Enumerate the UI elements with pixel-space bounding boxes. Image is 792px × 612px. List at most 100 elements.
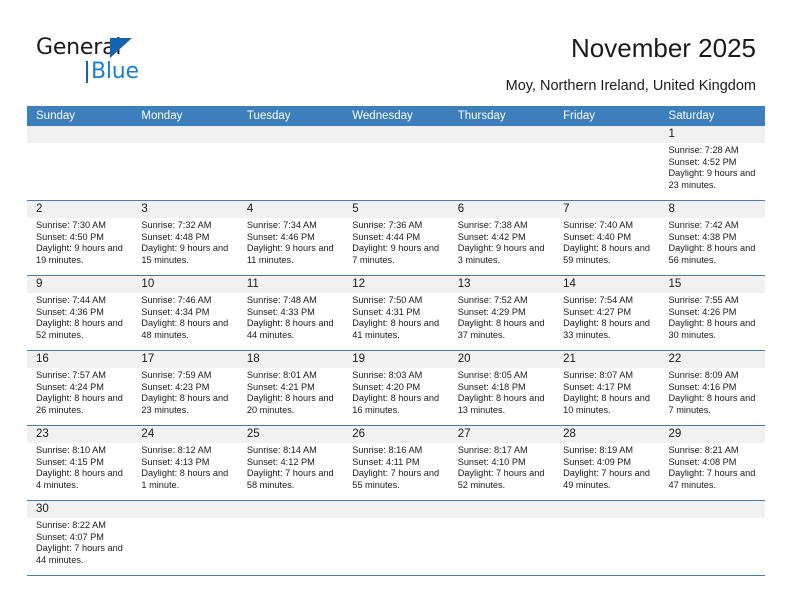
- day-details: Sunrise: 7:32 AM Sunset: 4:48 PM Daylight:…: [132, 218, 237, 266]
- day-number: 13: [448, 276, 555, 293]
- daylight-text: Daylight: 8 hours and 16 minutes.: [352, 393, 440, 415]
- sunrise-text: Sunrise: 7:28 AM: [668, 145, 739, 155]
- sunrise-text: Sunrise: 8:07 AM: [563, 370, 634, 380]
- calendar-day-cell[interactable]: 22 Sunrise: 8:09 AM Sunset: 4:16 PM Dayligh…: [659, 351, 765, 425]
- calendar-day-cell[interactable]: 15 Sunrise: 7:55 AM Sunset: 4:26 PM Dayligh…: [659, 276, 765, 350]
- calendar-day-cell[interactable]: 26 Sunrise: 8:16 AM Sunset: 4:11 PM Dayligh…: [343, 426, 449, 500]
- day-number: 16: [27, 351, 133, 368]
- sunset-text: Sunset: 4:16 PM: [668, 381, 737, 392]
- daylight-text: Daylight: 7 hours and 47 minutes.: [668, 468, 756, 490]
- day-number: 23: [27, 426, 133, 443]
- day-details: Sunrise: 7:48 AM Sunset: 4:33 PM Daylight:…: [238, 293, 343, 341]
- calendar-day-cell[interactable]: 5 Sunrise: 7:36 AM Sunset: 4:44 PM Daylight…: [343, 201, 449, 275]
- daylight-text: Daylight: 7 hours and 58 minutes.: [246, 468, 334, 490]
- calendar-day-cell[interactable]: 28 Sunrise: 8:19 AM Sunset: 4:09 PM Dayligh…: [554, 426, 660, 500]
- day-number: [343, 501, 449, 518]
- calendar-day-cell[interactable]: 4 Sunrise: 7:34 AM Sunset: 4:46 PM Daylight…: [237, 201, 344, 275]
- calendar-day-cell[interactable]: 13 Sunrise: 7:52 AM Sunset: 4:29 PM Dayligh…: [448, 276, 555, 350]
- day-details: Sunrise: 8:22 AM Sunset: 4:07 PM Daylight:…: [27, 518, 132, 566]
- sunrise-text: Sunrise: 7:55 AM: [668, 295, 739, 305]
- day-number: 28: [554, 426, 660, 443]
- calendar-day-cell[interactable]: 16 Sunrise: 7:57 AM Sunset: 4:24 PM Dayligh…: [27, 351, 133, 425]
- day-details: Sunrise: 8:07 AM Sunset: 4:17 PM Daylight:…: [554, 368, 659, 416]
- day-details: Sunrise: 7:55 AM Sunset: 4:26 PM Daylight:…: [660, 293, 765, 341]
- sunrise-text: Sunrise: 7:52 AM: [457, 295, 528, 305]
- day-number: 2: [27, 201, 133, 218]
- calendar-day-cell[interactable]: 27 Sunrise: 8:17 AM Sunset: 4:10 PM Dayligh…: [448, 426, 555, 500]
- calendar-day-cell[interactable]: 25 Sunrise: 8:14 AM Sunset: 4:12 PM Dayligh…: [237, 426, 344, 500]
- sunrise-text: Sunrise: 7:40 AM: [563, 220, 634, 230]
- day-number: 8: [659, 201, 765, 218]
- day-details: Sunrise: 7:28 AM Sunset: 4:52 PM Daylight:…: [660, 143, 765, 191]
- day-number: 3: [132, 201, 238, 218]
- sunset-text: Sunset: 4:17 PM: [563, 381, 632, 392]
- calendar-day-cell[interactable]: 17 Sunrise: 7:59 AM Sunset: 4:23 PM Dayligh…: [132, 351, 238, 425]
- calendar-day-cell[interactable]: 14 Sunrise: 7:54 AM Sunset: 4:27 PM Dayligh…: [554, 276, 660, 350]
- sunrise-text: Sunrise: 7:59 AM: [141, 370, 212, 380]
- sunrise-text: Sunrise: 8:10 AM: [36, 445, 106, 455]
- sunrise-text: Sunrise: 8:19 AM: [563, 445, 634, 455]
- calendar-day-cell[interactable]: 8 Sunrise: 7:42 AM Sunset: 4:38 PM Daylight…: [659, 201, 765, 275]
- sunrise-text: Sunrise: 8:01 AM: [246, 370, 317, 380]
- daylight-text: Daylight: 7 hours and 52 minutes.: [457, 468, 545, 490]
- day-number: 29: [659, 426, 765, 443]
- calendar-day-cell[interactable]: 30 Sunrise: 8:22 AM Sunset: 4:07 PM Dayligh…: [27, 501, 133, 575]
- calendar-day-cell[interactable]: 18 Sunrise: 8:01 AM Sunset: 4:21 PM Dayligh…: [237, 351, 344, 425]
- day-details: Sunrise: 7:36 AM Sunset: 4:44 PM Daylight:…: [343, 218, 448, 266]
- sunset-text: Sunset: 4:44 PM: [352, 231, 421, 242]
- day-number: 12: [343, 276, 449, 293]
- day-details: Sunrise: 7:38 AM Sunset: 4:42 PM Daylight:…: [449, 218, 554, 266]
- calendar-day-cell[interactable]: 11 Sunrise: 7:48 AM Sunset: 4:33 PM Dayligh…: [237, 276, 344, 350]
- sunrise-text: Sunrise: 8:12 AM: [141, 445, 212, 455]
- calendar-day-cell[interactable]: 12 Sunrise: 7:50 AM Sunset: 4:31 PM Dayligh…: [343, 276, 449, 350]
- calendar-day-cell[interactable]: 9 Sunrise: 7:44 AM Sunset: 4:36 PM Daylight…: [27, 276, 133, 350]
- sunrise-text: Sunrise: 7:32 AM: [141, 220, 212, 230]
- sunset-text: Sunset: 4:10 PM: [457, 456, 526, 467]
- sunrise-text: Sunrise: 7:36 AM: [352, 220, 423, 230]
- sunset-text: Sunset: 4:12 PM: [246, 456, 315, 467]
- day-details: Sunrise: 8:10 AM Sunset: 4:15 PM Daylight:…: [27, 443, 132, 491]
- calendar-week-row: 30 Sunrise: 8:22 AM Sunset: 4:07 PM Dayligh…: [27, 501, 765, 576]
- daylight-text: Daylight: 8 hours and 33 minutes.: [563, 318, 650, 340]
- day-details: Sunrise: 7:52 AM Sunset: 4:29 PM Daylight:…: [449, 293, 554, 341]
- day-number: [554, 501, 660, 518]
- calendar-day-cell[interactable]: 2 Sunrise: 7:30 AM Sunset: 4:50 PM Daylight…: [27, 201, 133, 275]
- calendar-day-cell[interactable]: 7 Sunrise: 7:40 AM Sunset: 4:40 PM Daylight…: [554, 201, 660, 275]
- calendar-day-cell[interactable]: 29 Sunrise: 8:21 AM Sunset: 4:08 PM Dayligh…: [659, 426, 765, 500]
- sunset-text: Sunset: 4:09 PM: [563, 456, 632, 467]
- calendar-day-cell[interactable]: 19 Sunrise: 8:03 AM Sunset: 4:20 PM Dayligh…: [343, 351, 449, 425]
- day-number: 26: [343, 426, 449, 443]
- page-header: General Blue November 2025 Moy, Northern…: [0, 0, 792, 104]
- calendar-day-cell-empty: [448, 126, 555, 200]
- calendar-day-cell[interactable]: 3 Sunrise: 7:32 AM Sunset: 4:48 PM Daylight…: [132, 201, 238, 275]
- calendar-day-cell-empty: [132, 501, 238, 575]
- sunset-text: Sunset: 4:33 PM: [246, 306, 315, 317]
- calendar-day-cell[interactable]: 20 Sunrise: 8:05 AM Sunset: 4:18 PM Dayligh…: [448, 351, 555, 425]
- day-number: 5: [343, 201, 449, 218]
- sunrise-text: Sunrise: 7:38 AM: [457, 220, 528, 230]
- calendar-day-cell[interactable]: 21 Sunrise: 8:07 AM Sunset: 4:17 PM Dayligh…: [554, 351, 660, 425]
- calendar-day-cell[interactable]: 23 Sunrise: 8:10 AM Sunset: 4:15 PM Dayligh…: [27, 426, 133, 500]
- calendar-day-cell-empty: [554, 126, 660, 200]
- daylight-text: Daylight: 9 hours and 3 minutes.: [457, 243, 545, 265]
- calendar-day-cell[interactable]: 1 Sunrise: 7:28 AM Sunset: 4:52 PM Daylight…: [659, 126, 765, 200]
- daylight-text: Daylight: 9 hours and 11 minutes.: [246, 243, 334, 265]
- day-details: Sunrise: 8:01 AM Sunset: 4:21 PM Daylight:…: [238, 368, 343, 416]
- daylight-text: Daylight: 8 hours and 26 minutes.: [36, 393, 123, 415]
- calendar-day-cell[interactable]: 10 Sunrise: 7:46 AM Sunset: 4:34 PM Dayligh…: [132, 276, 238, 350]
- sunrise-text: Sunrise: 8:03 AM: [352, 370, 423, 380]
- calendar-day-cell-empty: [343, 126, 449, 200]
- day-details: Sunrise: 8:17 AM Sunset: 4:10 PM Daylight:…: [449, 443, 554, 491]
- calendar-day-cell[interactable]: 6 Sunrise: 7:38 AM Sunset: 4:42 PM Daylight…: [448, 201, 555, 275]
- day-number: 11: [237, 276, 344, 293]
- calendar-day-cell-empty: [132, 126, 238, 200]
- calendar-day-cell[interactable]: 24 Sunrise: 8:12 AM Sunset: 4:13 PM Dayligh…: [132, 426, 238, 500]
- daylight-text: Daylight: 8 hours and 37 minutes.: [457, 318, 545, 340]
- day-details: Sunrise: 8:16 AM Sunset: 4:11 PM Daylight:…: [343, 443, 448, 491]
- day-details: Sunrise: 8:21 AM Sunset: 4:08 PM Daylight:…: [660, 443, 765, 491]
- general-blue-logo[interactable]: General Blue: [36, 36, 196, 88]
- weekday-header-sunday: Sunday: [36, 110, 76, 122]
- weekday-header-saturday: Saturday: [668, 110, 715, 122]
- daylight-text: Daylight: 7 hours and 55 minutes.: [352, 468, 440, 490]
- day-number: 9: [27, 276, 133, 293]
